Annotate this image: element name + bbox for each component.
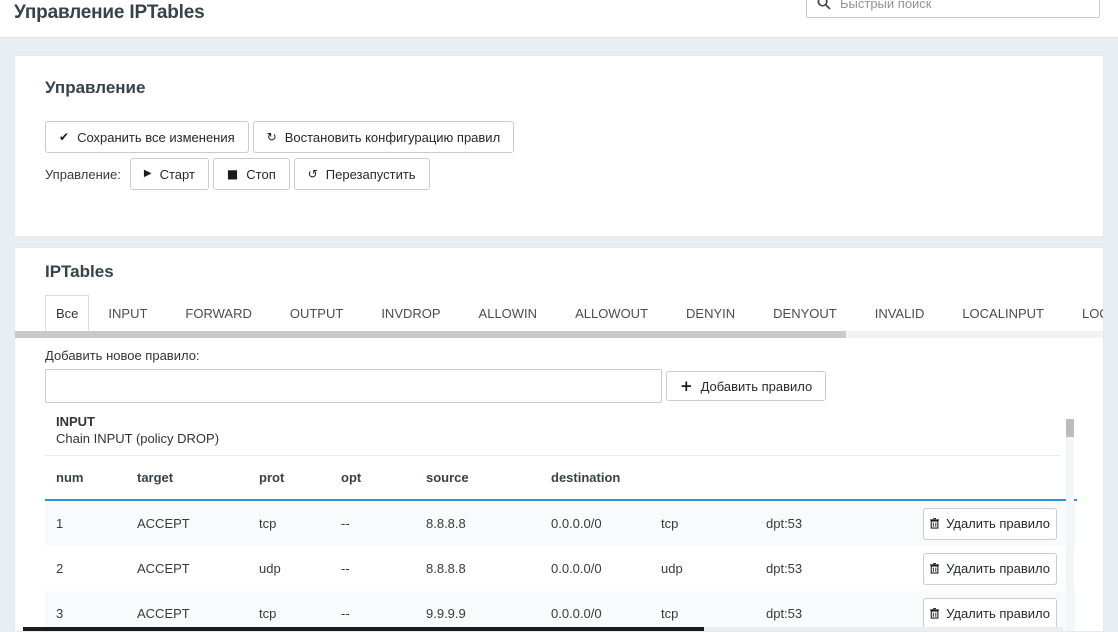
col-prot: prot bbox=[259, 470, 341, 485]
cell-opt: -- bbox=[341, 561, 426, 576]
delete-rule-button[interactable]: Удалить правило bbox=[923, 598, 1057, 630]
cell-target: ACCEPT bbox=[137, 606, 259, 621]
add-rule-label: Добавить новое правило: bbox=[45, 348, 1103, 363]
cell-destination: 0.0.0.0/0 bbox=[551, 516, 661, 531]
delete-rule-button[interactable]: Удалить правило bbox=[923, 553, 1057, 585]
cell-port: dpt:53 bbox=[766, 606, 923, 621]
tab-allowin[interactable]: ALLOWIN bbox=[460, 295, 557, 331]
horizontal-scrollbar-thumb[interactable] bbox=[23, 627, 704, 632]
management-panel: Управление ✔ Сохранить все изменения ↻ В… bbox=[14, 55, 1104, 237]
table-row: 1 ACCEPT tcp -- 8.8.8.8 0.0.0.0/0 tcp dp… bbox=[45, 501, 1077, 546]
quick-search[interactable] bbox=[806, 0, 1100, 18]
cell-prot: tcp bbox=[259, 606, 341, 621]
cell-destination: 0.0.0.0/0 bbox=[551, 561, 661, 576]
play-icon: ▶ bbox=[144, 169, 152, 179]
delete-rule-label: Удалить правило bbox=[946, 606, 1050, 621]
tab-invalid[interactable]: INVALID bbox=[856, 295, 944, 331]
chain-policy: Chain INPUT (policy DROP) bbox=[56, 431, 1103, 446]
table-row: 3 ACCEPT tcp -- 9.9.9.9 0.0.0.0/0 tcp dp… bbox=[45, 591, 1077, 632]
cell-target: ACCEPT bbox=[137, 561, 259, 576]
trash-icon bbox=[930, 607, 939, 620]
tab-input[interactable]: INPUT bbox=[89, 295, 166, 331]
restart-button[interactable]: ↺ Перезапустить bbox=[294, 158, 430, 190]
stop-button[interactable]: ■ Стоп bbox=[213, 158, 290, 190]
top-bar: Управление IPTables bbox=[0, 0, 1118, 38]
cell-port: dpt:53 bbox=[766, 516, 923, 531]
refresh-icon: ↻ bbox=[267, 131, 277, 143]
cell-opt: -- bbox=[341, 516, 426, 531]
cell-port: dpt:53 bbox=[766, 561, 923, 576]
tab-localoutput[interactable]: LOCALOUTPUT bbox=[1063, 295, 1104, 331]
table-horizontal-scrollbar[interactable] bbox=[23, 627, 1063, 632]
restore-config-label: Востановить конфигурацию правил bbox=[285, 130, 500, 145]
col-num: num bbox=[56, 470, 137, 485]
new-rule-input[interactable] bbox=[45, 369, 662, 403]
restart-icon: ↺ bbox=[308, 168, 318, 180]
delete-rule-button[interactable]: Удалить правило bbox=[923, 508, 1057, 540]
col-opt: opt bbox=[341, 470, 426, 485]
tab-allowout[interactable]: ALLOWOUT bbox=[556, 295, 667, 331]
chain-tabs: Все INPUT FORWARD OUTPUT INVDROP ALLOWIN… bbox=[45, 295, 1104, 331]
search-input[interactable] bbox=[840, 0, 1089, 11]
col-destination: destination bbox=[551, 470, 661, 485]
tab-all[interactable]: Все bbox=[45, 295, 89, 331]
tab-localinput[interactable]: LOCALINPUT bbox=[943, 295, 1063, 331]
vertical-scrollbar-thumb[interactable] bbox=[1066, 419, 1074, 437]
restore-config-button[interactable]: ↻ Востановить конфигурацию правил bbox=[253, 121, 515, 153]
cell-prot: udp bbox=[259, 561, 341, 576]
tab-invdrop[interactable]: INVDROP bbox=[362, 295, 459, 331]
start-button[interactable]: ▶ Старт bbox=[130, 158, 209, 190]
cell-source: 8.8.8.8 bbox=[426, 516, 551, 531]
table-row: 2 ACCEPT udp -- 8.8.8.8 0.0.0.0/0 udp dp… bbox=[45, 546, 1077, 591]
table-header-row: num target prot opt source destination bbox=[56, 456, 1061, 499]
search-icon bbox=[817, 0, 831, 10]
save-all-button[interactable]: ✔ Сохранить все изменения bbox=[45, 121, 249, 153]
tabs-scrollbar[interactable] bbox=[15, 331, 1103, 338]
tab-denyin[interactable]: DENYIN bbox=[667, 295, 754, 331]
start-label: Старт bbox=[160, 167, 195, 182]
chain-name: INPUT bbox=[56, 414, 1103, 429]
trash-icon bbox=[930, 562, 939, 575]
add-rule-button[interactable]: + Добавить правило bbox=[666, 371, 826, 401]
iptables-panel: IPTables Все INPUT FORWARD OUTPUT INVDRO… bbox=[14, 247, 1104, 632]
cell-source: 9.9.9.9 bbox=[426, 606, 551, 621]
delete-rule-label: Удалить правило bbox=[946, 516, 1050, 531]
cell-num: 3 bbox=[56, 606, 137, 621]
cell-proto2: udp bbox=[661, 561, 766, 576]
table-body: 1 ACCEPT tcp -- 8.8.8.8 0.0.0.0/0 tcp dp… bbox=[15, 501, 1103, 632]
stop-label: Стоп bbox=[246, 167, 275, 182]
plus-icon: + bbox=[680, 379, 693, 394]
col-target: target bbox=[137, 470, 259, 485]
col-source: source bbox=[426, 470, 551, 485]
iptables-heading: IPTables bbox=[45, 262, 1073, 282]
control-label: Управление: bbox=[45, 167, 121, 182]
delete-rule-label: Удалить правило bbox=[946, 561, 1050, 576]
cell-prot: tcp bbox=[259, 516, 341, 531]
check-icon: ✔ bbox=[59, 131, 69, 143]
tabs-scrollbar-thumb[interactable] bbox=[15, 331, 846, 338]
tab-forward[interactable]: FORWARD bbox=[166, 295, 270, 331]
cell-num: 2 bbox=[56, 561, 137, 576]
tab-output[interactable]: OUTPUT bbox=[271, 295, 362, 331]
stop-icon: ■ bbox=[227, 168, 238, 180]
table-vertical-scrollbar[interactable] bbox=[1066, 419, 1074, 632]
management-heading: Управление bbox=[45, 78, 1073, 98]
cell-proto2: tcp bbox=[661, 516, 766, 531]
add-rule-button-label: Добавить правило bbox=[701, 379, 813, 394]
cell-destination: 0.0.0.0/0 bbox=[551, 606, 661, 621]
cell-source: 8.8.8.8 bbox=[426, 561, 551, 576]
trash-icon bbox=[930, 517, 939, 530]
tab-denyout[interactable]: DENYOUT bbox=[754, 295, 856, 331]
rules-table: INPUT Chain INPUT (policy DROP) num targ… bbox=[15, 414, 1103, 632]
cell-proto2: tcp bbox=[661, 606, 766, 621]
page-title: Управление IPTables bbox=[14, 2, 205, 24]
cell-num: 1 bbox=[56, 516, 137, 531]
save-all-label: Сохранить все изменения bbox=[77, 130, 235, 145]
restart-label: Перезапустить bbox=[326, 167, 416, 182]
cell-target: ACCEPT bbox=[137, 516, 259, 531]
cell-opt: -- bbox=[341, 606, 426, 621]
